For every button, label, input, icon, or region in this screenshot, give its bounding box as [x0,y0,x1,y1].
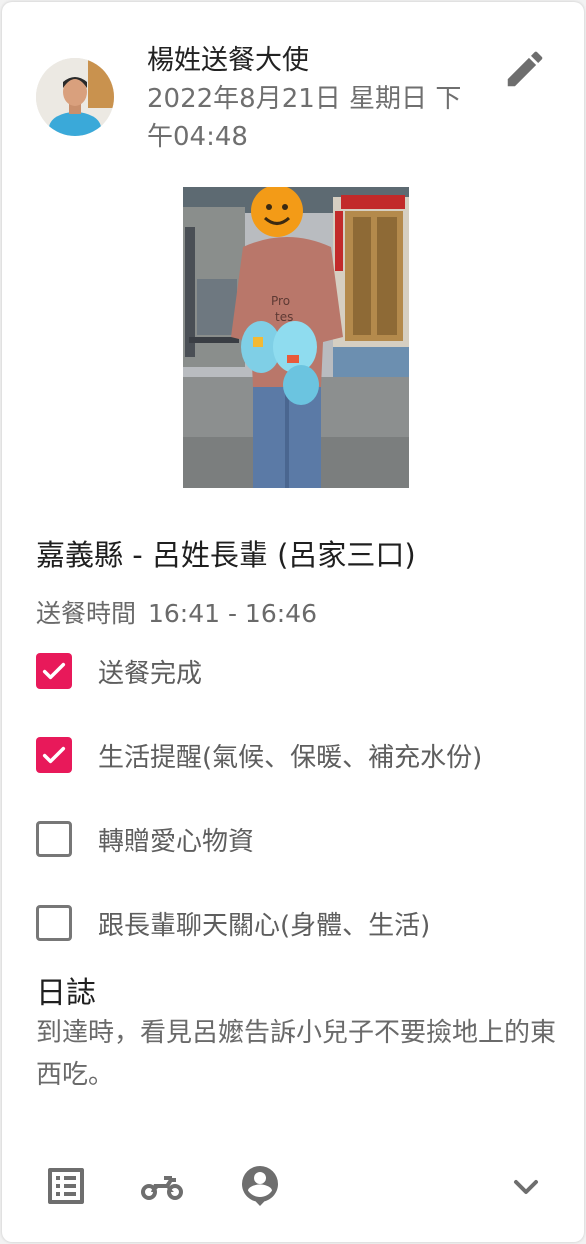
list-icon [48,1168,84,1204]
log-title: 日誌 [36,976,96,1011]
chevron-down-icon [514,1180,538,1194]
edit-button[interactable] [502,46,548,92]
location-button[interactable] [236,1162,284,1210]
task-item[interactable]: 轉贈愛心物資 [36,820,254,858]
recipient-name: 嘉義縣 - 呂姓長輩 (呂家三口) [36,538,416,572]
task-label: 送餐完成 [98,658,203,689]
list-button[interactable] [42,1162,90,1210]
delivery-photo[interactable]: Pro tes [183,187,409,488]
task-checkbox-unchecked[interactable] [36,821,72,857]
post-datetime: 2022年8月21日 星期日 下午04:48 [147,84,462,152]
checkmark-icon [42,746,66,764]
motorcycle-icon [141,1176,183,1200]
pencil-icon [507,51,543,87]
task-item[interactable]: 送餐完成 [36,652,202,690]
delivery-time: 送餐時間 16:41 - 16:46 [36,594,317,630]
person-pin-icon [242,1166,278,1206]
delivery-time-range: 16:41 - 16:46 [147,599,317,628]
delivery-time-label: 送餐時間 [36,599,137,628]
author-name: 楊姓送餐大使 [147,45,309,76]
task-item[interactable]: 跟長輩聊天關心(身體、生活) [36,904,430,942]
task-checkbox-checked[interactable] [36,737,72,773]
svg-text:Pro: Pro [271,294,290,308]
checkmark-icon [42,662,66,680]
task-label: 跟長輩聊天關心(身體、生活) [98,910,431,941]
avatar[interactable] [36,58,114,136]
delivery-post-card: 楊姓送餐大使 2022年8月21日 星期日 下午04:48 Pro tes 嘉義… [2,2,584,1242]
task-label: 生活提醒(氣候、保暖、補充水份) [98,742,483,773]
expand-button[interactable] [502,1162,550,1210]
vehicle-button[interactable] [138,1162,186,1210]
task-checkbox-checked[interactable] [36,653,72,689]
task-label: 轉贈愛心物資 [98,826,255,857]
task-item[interactable]: 生活提醒(氣候、保暖、補充水份) [36,736,482,774]
log-body: 到達時，看見呂嬤告訴小兒子不要撿地上的東西吃。 [36,1018,557,1090]
task-checkbox-unchecked[interactable] [36,905,72,941]
